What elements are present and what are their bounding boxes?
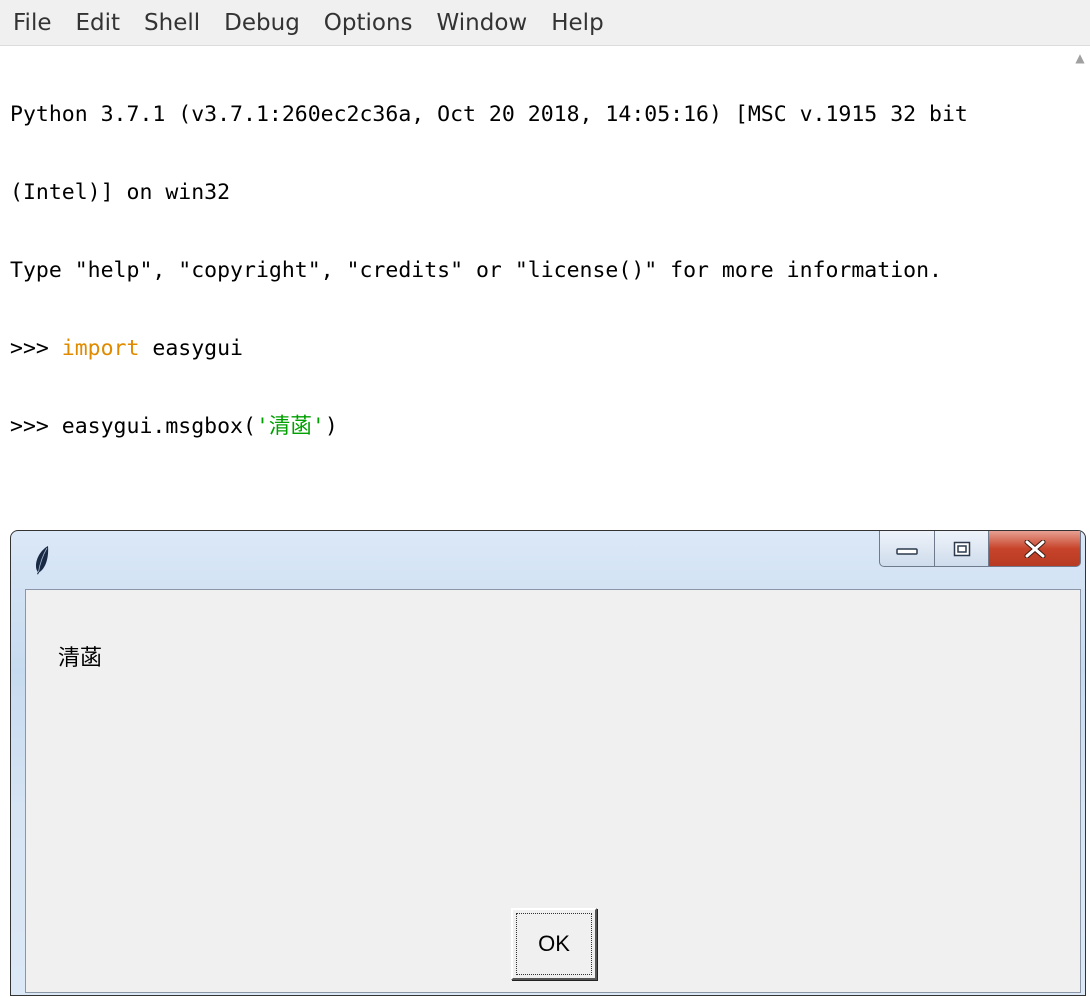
menu-window[interactable]: Window xyxy=(428,0,543,46)
maximize-button[interactable] xyxy=(935,531,989,567)
menu-help[interactable]: Help xyxy=(542,0,618,46)
minimize-icon xyxy=(896,547,918,555)
shell-output[interactable]: Python 3.7.1 (v3.7.1:260ec2c36a, Oct 20 … xyxy=(0,46,1068,531)
msgbox-dialog: 清菡 OK xyxy=(10,530,1086,996)
close-icon xyxy=(1024,539,1045,558)
maximize-icon xyxy=(953,541,970,556)
message-text: 清菡 xyxy=(58,646,103,671)
menu-file[interactable]: File xyxy=(4,0,67,46)
menu-options[interactable]: Options xyxy=(315,0,428,46)
shell-banner-line: Python 3.7.1 (v3.7.1:260ec2c36a, Oct 20 … xyxy=(10,102,968,127)
ok-button[interactable]: OK xyxy=(511,908,597,980)
scroll-up-arrow-icon[interactable]: ▲ xyxy=(1074,52,1086,64)
shell-input-line: >>> import easygui xyxy=(10,336,1068,362)
menu-bar: File Edit Shell Debug Options Window Hel… xyxy=(0,0,1090,46)
shell-code: easygui.msgbox( xyxy=(61,414,256,439)
keyword-import: import xyxy=(61,336,140,361)
menu-debug[interactable]: Debug xyxy=(215,0,315,46)
shell-code: ) xyxy=(324,414,338,439)
dialog-titlebar[interactable] xyxy=(11,531,1085,587)
window-buttons xyxy=(879,531,1081,569)
screen: File Edit Shell Debug Options Window Hel… xyxy=(0,0,1090,998)
shell-prompt: >>> xyxy=(10,414,62,439)
close-button[interactable] xyxy=(989,531,1081,567)
shell-prompt: >>> xyxy=(10,336,62,361)
minimize-button[interactable] xyxy=(879,531,935,567)
shell-code: easygui xyxy=(139,336,244,361)
shell-input-line: >>> easygui.msgbox('清菡') xyxy=(10,414,1068,440)
shell-banner-line: (Intel)] on win32 xyxy=(10,180,231,205)
ok-button-label: OK xyxy=(538,931,570,956)
feather-icon xyxy=(36,546,49,575)
dialog-client-area: 清菡 OK xyxy=(25,589,1081,993)
menu-shell[interactable]: Shell xyxy=(135,0,215,46)
shell-banner-line: Type "help", "copyright", "credits" or "… xyxy=(10,258,942,283)
string-literal: '清菡' xyxy=(255,414,325,439)
menu-edit[interactable]: Edit xyxy=(67,0,136,46)
